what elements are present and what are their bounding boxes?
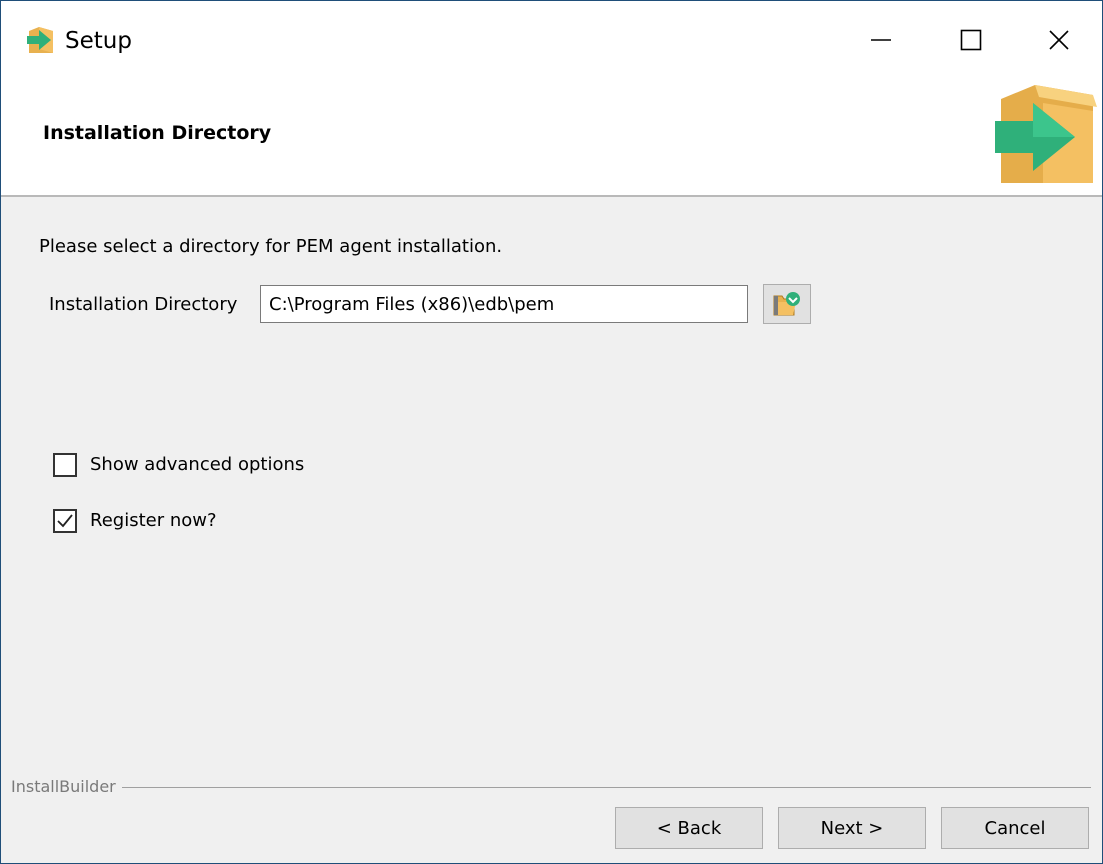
box-green-arrow-icon — [995, 85, 1097, 183]
page-title: Installation Directory — [43, 122, 272, 144]
title-bar[interactable]: Setup — [1, 1, 1102, 79]
cancel-button[interactable]: Cancel — [941, 807, 1089, 849]
show-advanced-options-checkbox[interactable] — [53, 453, 77, 477]
close-button[interactable] — [1014, 1, 1102, 79]
checkmark-icon — [57, 514, 73, 528]
minimize-button[interactable] — [836, 1, 926, 79]
minimize-icon — [871, 39, 891, 41]
setup-box-arrow-icon — [27, 27, 53, 53]
instruction-text: Please select a directory for PEM agent … — [39, 236, 503, 257]
maximize-icon — [960, 29, 982, 51]
back-button[interactable]: < Back — [615, 807, 763, 849]
register-now-checkbox[interactable] — [53, 509, 77, 533]
installation-directory-input[interactable] — [260, 285, 748, 323]
footer-divider — [11, 787, 1091, 788]
folder-browse-icon — [773, 292, 800, 316]
show-advanced-options-label: Show advanced options — [90, 454, 305, 475]
close-icon — [1049, 30, 1069, 50]
installbuilder-brand: InstallBuilder — [11, 776, 122, 798]
window-title: Setup — [65, 28, 132, 54]
browse-directory-button[interactable] — [763, 284, 811, 324]
show-advanced-options-row[interactable]: Show advanced options — [53, 450, 304, 480]
page-header: Installation Directory — [1, 79, 1102, 197]
maximize-button[interactable] — [926, 1, 1016, 79]
setup-window: Setup Installation Directory Please sele… — [0, 0, 1103, 864]
installation-directory-label: Installation Directory — [49, 294, 238, 315]
register-now-label: Register now? — [90, 510, 217, 531]
register-now-row[interactable]: Register now? — [53, 506, 217, 536]
next-button[interactable]: Next > — [778, 807, 926, 849]
